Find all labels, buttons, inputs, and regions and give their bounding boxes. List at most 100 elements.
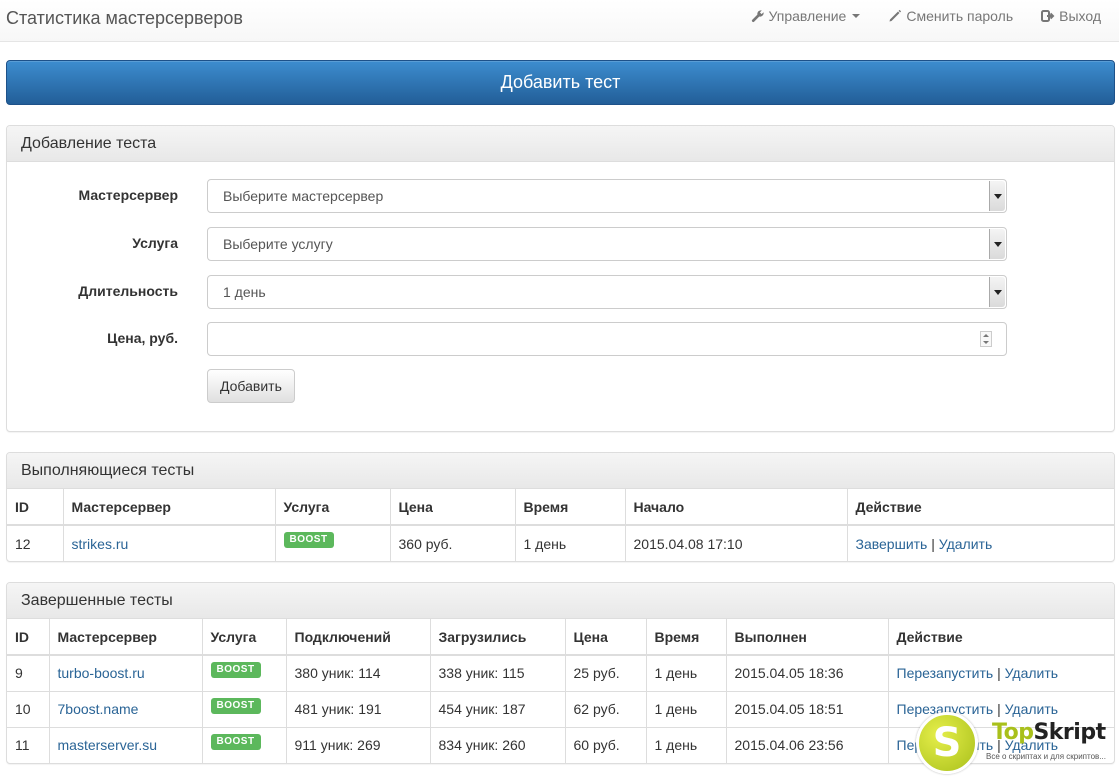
price-input[interactable] — [207, 322, 1007, 356]
cell-service: BOOST — [202, 654, 287, 691]
cell-time: 1 день — [515, 524, 626, 561]
service-select-value: Выберите услугу — [223, 236, 333, 252]
delete-link[interactable]: Удалить — [939, 536, 992, 552]
server-link[interactable]: masterserver.su — [58, 737, 158, 753]
table-header-row: ID Мастерсервер Услуга Подключений Загру… — [7, 619, 1114, 656]
add-test-panel-heading: Добавление теста — [7, 126, 1114, 162]
cell-service: BOOST — [202, 726, 287, 763]
column-header: Подключений — [286, 619, 431, 656]
pencil-icon — [889, 9, 902, 22]
service-label: Услуга — [132, 235, 178, 251]
cell-connections: 380 уник: 114 — [286, 654, 431, 691]
watermark-title-top: Top — [992, 720, 1034, 745]
form-row-service: Услуга Выберите услугу — [7, 227, 1116, 261]
cell-id: 9 — [7, 654, 50, 691]
cell-service: BOOST — [275, 524, 391, 561]
form-row-price: Цена, руб. — [7, 322, 1116, 356]
restart-link[interactable]: Перезапустить — [897, 665, 994, 681]
separator: | — [997, 665, 1001, 682]
finish-link[interactable]: Завершить — [856, 536, 928, 552]
server-link[interactable]: turbo-boost.ru — [58, 665, 145, 681]
cell-actions: Перезапустить | Удалить — [888, 654, 1114, 691]
nav-logout[interactable]: Выход — [1027, 8, 1115, 24]
cell-service: BOOST — [202, 690, 287, 727]
app-title[interactable]: Статистика мастерсерверов — [6, 8, 243, 29]
service-badge: BOOST — [283, 532, 334, 548]
navbar-menu: Управление Сменить пароль Выход — [737, 8, 1115, 24]
cell-price: 360 руб. — [390, 524, 516, 561]
cell-price: 25 руб. — [565, 654, 647, 691]
add-submit-button[interactable]: Добавить — [207, 369, 295, 403]
cell-time: 1 день — [646, 654, 727, 691]
cell-connections: 911 уник: 269 — [286, 726, 431, 763]
running-tests-heading: Выполняющиеся тесты — [7, 453, 1114, 489]
topskript-watermark: S TopSkript Все о скриптах и для скрипто… — [916, 712, 1116, 778]
masterserver-label: Мастерсервер — [78, 187, 178, 203]
cell-id: 11 — [7, 726, 50, 763]
separator: | — [931, 535, 935, 552]
select-arrow-icon[interactable] — [989, 229, 1005, 259]
form-row-masterserver: Мастерсервер Выберите мастерсервер — [7, 179, 1116, 213]
service-badge: BOOST — [210, 733, 261, 750]
column-header: Выполнен — [726, 619, 889, 656]
add-test-panel: Добавление теста Мастерсервер Выберите м… — [6, 125, 1115, 432]
server-link[interactable]: strikes.ru — [72, 536, 129, 552]
delete-link[interactable]: Удалить — [1005, 665, 1058, 681]
cell-server: 7boost.name — [49, 690, 203, 727]
form-row-duration: Длительность 1 день — [7, 275, 1116, 309]
masterserver-select[interactable]: Выберите мастерсервер — [207, 179, 1007, 213]
watermark-title: TopSkript — [992, 720, 1106, 745]
nav-change-password[interactable]: Сменить пароль — [874, 8, 1027, 24]
spinner-icon[interactable] — [980, 331, 992, 347]
cell-time: 1 день — [646, 726, 727, 763]
service-badge: BOOST — [210, 661, 261, 678]
top-navbar: Статистика мастерсерверов Управление Сме… — [0, 0, 1119, 42]
cell-server: turbo-boost.ru — [49, 654, 203, 691]
table-header-row: ID Мастерсервер Услуга Цена Время Начало… — [7, 489, 1114, 526]
cell-loaded: 338 уник: 115 — [430, 654, 566, 691]
table-row: 9 turbo-boost.ru BOOST 380 уник: 114 338… — [7, 654, 1114, 691]
cell-connections: 481 уник: 191 — [286, 690, 431, 727]
column-header: Начало — [625, 489, 848, 526]
column-header: Мастерсервер — [63, 489, 276, 526]
chevron-down-icon — [852, 14, 861, 18]
watermark-subtitle: Все о скриптах и для скриптов... — [986, 752, 1106, 761]
wrench-icon — [751, 10, 764, 22]
column-header: Загрузились — [430, 619, 566, 656]
column-header: Мастерсервер — [49, 619, 203, 656]
nav-management-label: Управление — [768, 8, 847, 24]
column-header: Услуга — [202, 619, 287, 656]
cell-done: 2015.04.06 23:56 — [726, 726, 889, 763]
form-row-submit: Добавить — [7, 369, 1116, 403]
logout-icon — [1041, 10, 1055, 22]
column-header: Время — [646, 619, 727, 656]
cell-id: 10 — [7, 690, 50, 727]
cell-actions: Завершить | Удалить — [847, 524, 1114, 561]
masterserver-select-value: Выберите мастерсервер — [223, 188, 384, 204]
column-header: Цена — [565, 619, 647, 656]
cell-done: 2015.04.05 18:36 — [726, 654, 889, 691]
running-tests-panel: Выполняющиеся тесты ID Мастерсервер Услу… — [6, 452, 1115, 562]
duration-select[interactable]: 1 день — [207, 275, 1007, 309]
add-test-button[interactable]: Добавить тест — [6, 60, 1115, 105]
cell-start: 2015.04.08 17:10 — [625, 524, 848, 561]
watermark-logo-icon: S — [916, 712, 978, 774]
nav-change-password-label: Сменить пароль — [906, 8, 1014, 24]
price-label: Цена, руб. — [107, 330, 178, 346]
table-row: 12 strikes.ru BOOST 360 руб. 1 день 2015… — [7, 524, 1114, 561]
nav-management-dropdown[interactable]: Управление — [737, 8, 875, 24]
duration-label: Длительность — [78, 283, 178, 299]
service-select[interactable]: Выберите услугу — [207, 227, 1007, 261]
cell-loaded: 454 уник: 187 — [430, 690, 566, 727]
select-arrow-icon[interactable] — [989, 277, 1005, 307]
cell-server: strikes.ru — [63, 524, 276, 561]
column-header: ID — [7, 619, 50, 656]
server-link[interactable]: 7boost.name — [58, 701, 139, 717]
finished-tests-heading: Завершенные тесты — [7, 583, 1114, 619]
cell-price: 60 руб. — [565, 726, 647, 763]
cell-id: 12 — [7, 524, 64, 561]
duration-select-value: 1 день — [223, 284, 266, 300]
service-badge: BOOST — [210, 697, 261, 714]
cell-loaded: 834 уник: 260 — [430, 726, 566, 763]
select-arrow-icon[interactable] — [989, 181, 1005, 211]
